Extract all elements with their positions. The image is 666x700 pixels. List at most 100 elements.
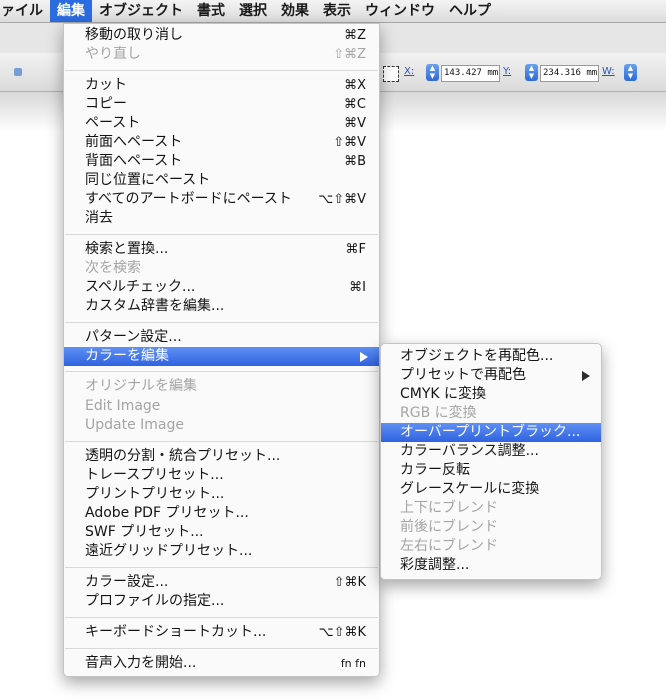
submenu-arrow-icon: [582, 371, 590, 381]
submenu-item-invert-colors[interactable]: カラー反転: [381, 461, 601, 480]
menu-edit[interactable]: 編集: [50, 0, 92, 22]
menu-item-label: 透明の分割・統合プリセット...: [85, 448, 281, 464]
menu-item-spell-check[interactable]: スペルチェック... ⌘I: [64, 278, 379, 297]
menu-item-label: カラー反転: [400, 462, 470, 478]
menu-help[interactable]: ヘルプ: [442, 0, 498, 22]
menu-item-label: 同じ位置にペースト: [85, 172, 211, 188]
submenu-item-blend-vertically: 上下にブレンド: [381, 499, 601, 518]
menu-effect[interactable]: 効果: [274, 0, 316, 22]
menu-item-label: オリジナルを編集: [85, 378, 197, 394]
menu-item-label: 前面へペースト: [85, 134, 183, 150]
submenu-item-recolor-artwork[interactable]: オブジェクトを再配色...: [381, 347, 601, 366]
menu-item-label: パターン設定...: [85, 329, 182, 345]
menu-item-flattener-presets[interactable]: 透明の分割・統合プリセット...: [64, 447, 379, 466]
w-label: W:: [602, 66, 615, 77]
menu-item-label: 検索と置換...: [85, 241, 169, 257]
menu-bar: ファイル 編集 オブジェクト 書式 選択 効果 表示 ウィンドウ ヘルプ: [0, 0, 666, 23]
menu-item-paste-in-back[interactable]: 背面へペースト ⌘B: [64, 152, 379, 171]
shortcut: ⌘Z: [344, 28, 366, 43]
edit-menu: 移動の取り消し ⌘Z やり直し ⇧⌘Z カット ⌘X コピー ⌘C ペースト ⌘V 前面へ…: [63, 23, 380, 677]
menu-item-label: SWF プリセット...: [85, 524, 204, 540]
x-field[interactable]: 143.427 mm: [441, 65, 500, 82]
y-field[interactable]: 234.316 mm: [540, 65, 599, 82]
separator: [65, 617, 378, 618]
shortcut: fn fn: [340, 657, 366, 670]
menu-item-cut[interactable]: カット ⌘X: [64, 76, 379, 95]
menu-item-label: 左右にブレンド: [400, 538, 498, 554]
menu-item-label: カラーを編集: [85, 348, 169, 364]
menu-item-edit-colors[interactable]: カラーを編集: [64, 347, 379, 366]
w-stepper[interactable]: ▲ ▼: [624, 64, 637, 81]
menu-item-label: プリセットで再配色: [400, 367, 526, 383]
y-label: Y:: [503, 66, 512, 77]
menu-item-paste[interactable]: ペースト ⌘V: [64, 114, 379, 133]
menu-item-pattern-settings[interactable]: パターン設定...: [64, 328, 379, 347]
menu-item-swf-presets[interactable]: SWF プリセット...: [64, 523, 379, 542]
menu-item-keyboard-shortcuts[interactable]: キーボードショートカット... ⌥⇧⌘K: [64, 623, 379, 642]
menu-type[interactable]: 書式: [190, 0, 232, 22]
menu-item-find-next: 次を検索: [64, 259, 379, 278]
menu-item-edit-image: Edit Image: [64, 397, 379, 416]
menu-item-edit-dictionary[interactable]: カスタム辞書を編集...: [64, 297, 379, 316]
menu-item-color-settings[interactable]: カラー設定... ⇧⌘K: [64, 573, 379, 592]
menu-item-label: コピー: [85, 96, 127, 112]
menu-window[interactable]: ウィンドウ: [358, 0, 442, 22]
menu-item-paste-in-front[interactable]: 前面へペースト ⇧⌘V: [64, 133, 379, 152]
menu-object[interactable]: オブジェクト: [92, 0, 190, 22]
menu-item-start-dictation[interactable]: 音声入力を開始... fn fn: [64, 654, 379, 673]
y-stepper[interactable]: ▲ ▼: [525, 64, 538, 81]
shortcut: ⌥⇧⌘V: [318, 192, 366, 207]
submenu-item-convert-grayscale[interactable]: グレースケールに変換: [381, 480, 601, 499]
submenu-item-convert-cmyk[interactable]: CMYK に変換: [381, 385, 601, 404]
separator: [65, 648, 378, 649]
toolbar-icon[interactable]: [14, 68, 22, 76]
menu-item-update-image: Update Image: [64, 416, 379, 435]
menu-item-label: 移動の取り消し: [85, 27, 183, 43]
menu-item-assign-profile[interactable]: プロファイルの指定...: [64, 592, 379, 611]
shortcut: ⌥⇧⌘K: [318, 625, 366, 640]
menu-item-copy[interactable]: コピー ⌘C: [64, 95, 379, 114]
menu-item-label: プリントプリセット...: [85, 486, 225, 502]
shortcut: ⌘X: [344, 78, 366, 93]
menu-item-perspective-grid-presets[interactable]: 遠近グリッドプリセット...: [64, 542, 379, 561]
separator: [65, 567, 378, 568]
menu-item-label: 背面へペースト: [85, 153, 183, 169]
menu-item-trace-presets[interactable]: トレースプリセット...: [64, 466, 379, 485]
shortcut: ⌘C: [343, 97, 366, 112]
menu-item-label: やり直し: [85, 46, 141, 62]
menu-select[interactable]: 選択: [232, 0, 274, 22]
x-stepper[interactable]: ▲ ▼: [426, 64, 439, 81]
submenu-item-recolor-preset[interactable]: プリセットで再配色: [381, 366, 601, 385]
menu-item-label: カット: [85, 77, 127, 93]
menu-item-clear[interactable]: 消去: [64, 209, 379, 228]
menu-item-paste-in-place[interactable]: 同じ位置にペースト: [64, 171, 379, 190]
menu-item-print-presets[interactable]: プリントプリセット...: [64, 485, 379, 504]
menu-view[interactable]: 表示: [316, 0, 358, 22]
separator: [65, 371, 378, 372]
menu-file[interactable]: ファイル: [0, 0, 50, 22]
menu-item-label: オブジェクトを再配色...: [400, 348, 554, 364]
separator: [65, 322, 378, 323]
menu-item-label: トレースプリセット...: [85, 467, 224, 483]
submenu-item-saturate[interactable]: 彩度調整...: [381, 556, 601, 575]
submenu-item-adjust-color-balance[interactable]: カラーバランス調整...: [381, 442, 601, 461]
menu-item-label: 前後にブレンド: [400, 519, 498, 535]
menu-item-undo[interactable]: 移動の取り消し ⌘Z: [64, 26, 379, 45]
submenu-item-blend-front-back: 前後にブレンド: [381, 518, 601, 537]
submenu-item-overprint-black[interactable]: オーバープリントブラック...: [381, 423, 601, 442]
shortcut: ⌘B: [344, 154, 366, 169]
shortcut: ⌘I: [349, 280, 366, 295]
separator: [65, 234, 378, 235]
menu-item-pdf-presets[interactable]: Adobe PDF プリセット...: [64, 504, 379, 523]
x-label: X:: [404, 66, 415, 77]
separator: [65, 441, 378, 442]
reference-point-icon[interactable]: [383, 66, 399, 82]
menu-item-label: 彩度調整...: [400, 557, 470, 573]
shortcut: ⇧⌘K: [333, 575, 366, 590]
menu-item-label: カラー設定...: [85, 574, 169, 590]
menu-item-paste-all-artboards[interactable]: すべてのアートボードにペースト ⌥⇧⌘V: [64, 190, 379, 209]
menu-item-label: カラーバランス調整...: [400, 443, 539, 459]
separator: [65, 70, 378, 71]
menu-item-label: RGB に変換: [400, 405, 477, 421]
menu-item-find-replace[interactable]: 検索と置換... ⌘F: [64, 240, 379, 259]
